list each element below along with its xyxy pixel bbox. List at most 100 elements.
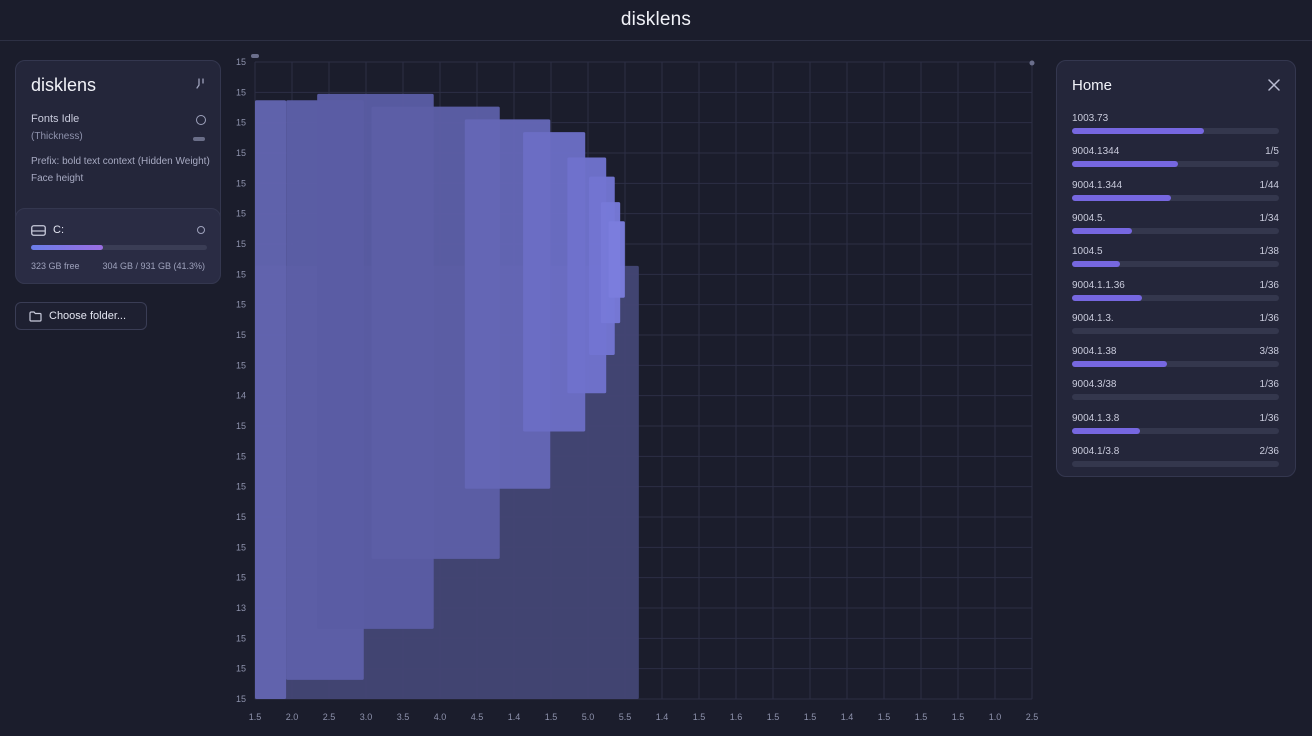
drive-label: C: <box>53 224 64 236</box>
details-row[interactable]: 9004.1344 1/5 <box>1072 146 1279 176</box>
details-row-bar-fill <box>1072 128 1205 134</box>
drive-icon <box>31 223 46 241</box>
prefix-description: Prefix: bold text context (Hidden Weight… <box>31 156 210 184</box>
details-row-name: 9004.5. <box>1072 212 1106 224</box>
details-row-value: 1/38 <box>1259 246 1279 258</box>
x-tick-label: 2.5 <box>323 712 336 722</box>
x-tick-label: 1.5 <box>915 712 928 722</box>
drive-card[interactable]: C: 323 GB free 304 GB / 931 GB (41.3%) <box>15 208 221 284</box>
details-row-bar <box>1072 261 1279 268</box>
details-row-bar <box>1072 227 1279 234</box>
details-row-name: 9004.1.344 <box>1072 179 1123 191</box>
refresh-icon[interactable] <box>196 115 206 125</box>
y-tick-label: 15 <box>236 148 246 158</box>
brand-title: disklens <box>31 75 97 95</box>
details-row-value: 1/34 <box>1259 212 1279 224</box>
toggle-switch[interactable] <box>193 137 205 141</box>
details-row[interactable]: 9004.1/3.8 2/36 <box>1072 446 1279 476</box>
y-tick-label: 13 <box>236 603 246 613</box>
details-row-bar-fill <box>1072 261 1120 268</box>
y-tick-label: 15 <box>236 57 246 67</box>
y-tick-label: 15 <box>236 330 246 340</box>
drive-usage-bar <box>31 245 207 250</box>
details-row[interactable]: 9004.1.3.8 1/36 <box>1072 413 1279 443</box>
pin-icon[interactable] <box>194 77 208 91</box>
details-row-value: 1/36 <box>1259 312 1279 324</box>
details-row-name: 9004.1.1.36 <box>1072 279 1125 291</box>
y-tick-label: 15 <box>236 664 246 674</box>
details-row-bar <box>1072 161 1279 168</box>
y-tick-label: 15 <box>236 87 246 97</box>
window-titlebar: disklens <box>0 0 1312 41</box>
x-tick-label: 1.5 <box>693 712 706 722</box>
details-row-value: 1/36 <box>1259 379 1279 391</box>
details-row[interactable]: 1004.5 1/38 <box>1072 246 1279 276</box>
details-row-bar <box>1072 327 1279 334</box>
folder-icon <box>29 310 42 322</box>
treemap-block <box>255 100 287 700</box>
details-panel: Home 1003.73 9004.1344 1/5 9004.1.344 1/44 90… <box>1056 60 1296 477</box>
y-tick-label: 15 <box>236 300 246 310</box>
details-row-value: 1/5 <box>1265 146 1279 158</box>
details-row[interactable]: 9004.1.38 3/38 <box>1072 346 1279 376</box>
x-tick-label: 1.5 <box>249 712 262 722</box>
x-tick-label: 1.5 <box>804 712 817 722</box>
chart-handle-right <box>1029 60 1035 66</box>
y-tick-label: 14 <box>236 391 246 401</box>
details-row-value: 2/36 <box>1259 446 1279 457</box>
y-tick-label: 15 <box>236 269 246 279</box>
x-tick-label: 2.5 <box>1026 712 1039 722</box>
y-tick-label: 15 <box>236 421 246 431</box>
thickness-label: (Thickness) <box>31 131 83 142</box>
details-row[interactable]: 9004.1.1.36 1/36 <box>1072 280 1279 310</box>
y-tick-label: 15 <box>236 360 246 370</box>
details-row-bar <box>1072 361 1279 368</box>
details-row-bar-fill <box>1072 161 1178 168</box>
x-tick-label: 5.5 <box>619 712 632 722</box>
x-tick-label: 3.5 <box>397 712 410 722</box>
x-tick-label: 4.5 <box>471 712 484 722</box>
details-row-bar <box>1072 461 1279 467</box>
details-row-bar-fill <box>1072 227 1133 234</box>
details-row-value: 1/36 <box>1259 412 1279 424</box>
window-title: disklens <box>620 9 692 30</box>
x-tick-label: 1.5 <box>545 712 558 722</box>
x-tick-label: 1.6 <box>730 712 743 722</box>
details-row-value: 1/44 <box>1259 179 1279 191</box>
details-row-bar <box>1072 394 1279 401</box>
y-tick-label: 15 <box>236 451 246 461</box>
drive-usage-fill <box>31 245 104 250</box>
details-row-bar <box>1072 427 1279 434</box>
choose-folder-button[interactable]: Choose folder... <box>15 302 147 330</box>
choose-folder-label: Choose folder... <box>49 310 127 322</box>
treemap-block <box>608 221 625 298</box>
x-tick-label: 2.0 <box>286 712 299 722</box>
details-row[interactable]: 9004.5. 1/34 <box>1072 213 1279 243</box>
y-tick-label: 15 <box>236 118 246 128</box>
details-row-bar-fill <box>1072 294 1143 301</box>
details-row-name: 1003.73 <box>1072 113 1109 124</box>
details-row-name: 9004.1.3.8 <box>1072 412 1120 424</box>
fonts-label: Fonts Idle <box>31 113 80 125</box>
details-row[interactable]: 9004.1.3. 1/36 <box>1072 313 1279 343</box>
treemap-chart[interactable]: 1.5 2.0 2.5 3.0 3.5 4.0 4.5 1.4 1.5 5.0 5.5 1.4 1.5 1… <box>235 52 1045 728</box>
close-icon[interactable] <box>1267 78 1281 92</box>
details-row-name: 9004.1.38 <box>1072 346 1117 358</box>
drive-status-icon <box>197 226 205 234</box>
x-tick-label: 5.0 <box>582 712 595 722</box>
details-row[interactable]: 9004.1.344 1/44 <box>1072 180 1279 210</box>
x-tick-label: 1.4 <box>656 712 669 722</box>
details-row-bar <box>1072 128 1279 134</box>
details-row-bar-fill <box>1072 361 1168 368</box>
details-title: Home <box>1072 77 1113 94</box>
details-row-bar <box>1072 294 1279 301</box>
details-row[interactable]: 1003.73 <box>1072 113 1279 143</box>
details-row-value: 3/38 <box>1259 346 1279 358</box>
details-row-name: 1004.5 <box>1072 246 1103 258</box>
details-row-value: 1/36 <box>1259 279 1279 291</box>
x-tick-label: 1.0 <box>989 712 1002 722</box>
details-row[interactable]: 9004.3/38 1/36 <box>1072 379 1279 409</box>
y-tick-label: 15 <box>236 482 246 492</box>
y-tick-label: 15 <box>236 209 246 219</box>
y-tick-label: 15 <box>236 633 246 643</box>
